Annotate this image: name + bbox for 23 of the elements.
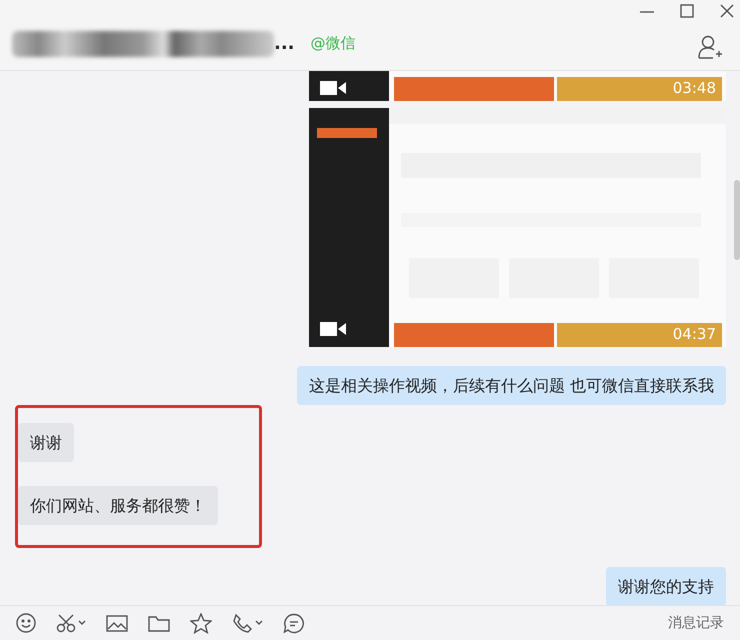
message-history-link[interactable]: 消息记录 xyxy=(668,612,724,634)
chat-bubble: 谢谢 xyxy=(18,423,74,462)
star-icon[interactable] xyxy=(190,612,212,634)
maximize-button[interactable] xyxy=(678,2,696,20)
phone-icon[interactable] xyxy=(232,613,263,633)
close-button[interactable] xyxy=(718,2,736,20)
add-person-icon[interactable] xyxy=(698,34,724,60)
image-icon[interactable] xyxy=(106,613,128,633)
chat-bubble: 你们网站、服务都很赞！ xyxy=(18,486,218,525)
chat-bubble: 谢谢您的支持 xyxy=(606,567,726,605)
emoji-icon[interactable] xyxy=(16,613,36,633)
video-camera-icon xyxy=(320,79,347,97)
video-duration: 04:37 xyxy=(672,325,716,343)
video-camera-icon xyxy=(320,320,347,338)
video-duration: 03:48 xyxy=(672,79,716,97)
chat-icon[interactable] xyxy=(283,612,305,634)
account-label: @微信 xyxy=(310,33,356,54)
title-ellipsis: ... xyxy=(274,32,295,56)
video-message[interactable]: 03:48 xyxy=(309,71,726,101)
scissors-icon[interactable] xyxy=(56,613,86,633)
video-message[interactable]: 04:37 xyxy=(309,108,726,347)
chat-bubble: 这是相关操作视频，后续有什么问题 也可微信直接联系我 xyxy=(296,366,726,405)
scrollbar-thumb[interactable] xyxy=(734,180,740,260)
